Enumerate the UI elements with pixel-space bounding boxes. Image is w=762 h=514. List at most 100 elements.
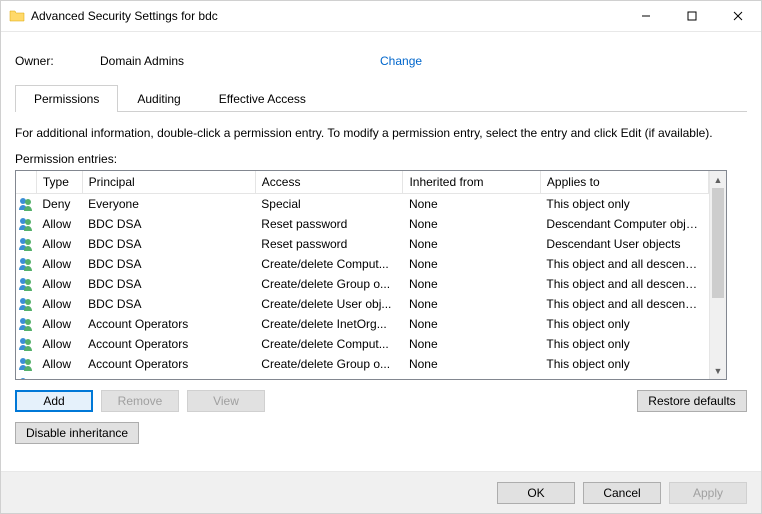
column-header-type[interactable]: Type [36,171,82,194]
cell-type: Allow [36,214,82,234]
cell-principal: Account Operators [82,354,255,374]
tab-auditing[interactable]: Auditing [118,85,199,112]
column-header-icon[interactable] [16,171,36,194]
cell-principal: BDC DSA [82,274,255,294]
owner-value: Domain Admins [100,54,380,68]
cell-inherited: None [403,274,540,294]
cell-access: Create/delete Comput... [255,254,403,274]
tab-permissions[interactable]: Permissions [15,85,118,112]
cell-applies: This object and all descendan... [540,294,708,314]
restore-defaults-button[interactable]: Restore defaults [637,390,747,412]
cell-access: Reset password [255,234,403,254]
close-button[interactable] [715,1,761,31]
cell-inherited: None [403,234,540,254]
vertical-scrollbar[interactable]: ▲ ▼ [709,171,726,379]
table-row[interactable]: DenyEveryoneSpecialNoneThis object only [16,194,709,215]
group-icon [18,356,34,372]
cell-principal: Account Operators [82,334,255,354]
cell-inherited: None [403,334,540,354]
info-text: For additional information, double-click… [15,126,747,140]
cell-applies: This object only [540,314,708,334]
cell-access: Create/delete Group o... [255,274,403,294]
ok-button[interactable]: OK [497,482,575,504]
scroll-thumb[interactable] [712,188,724,298]
cell-access: Create/delete Comput... [255,334,403,354]
cell-access: Create/delete User obj... [255,294,403,314]
cell-inherited: None [403,374,540,379]
change-owner-link[interactable]: Change [380,54,422,68]
cell-applies: This object only [540,194,708,215]
group-icon [18,196,34,212]
cell-principal: BDC DSA [82,254,255,274]
column-header-access[interactable]: Access [255,171,403,194]
cell-inherited: None [403,254,540,274]
cell-principal: Account Operators [82,314,255,334]
group-icon [18,216,34,232]
view-button: View [187,390,265,412]
cell-access: Create/delete Group o... [255,354,403,374]
remove-button: Remove [101,390,179,412]
table-row[interactable]: AllowAccount OperatorsCreate/delete Grou… [16,354,709,374]
cancel-button[interactable]: Cancel [583,482,661,504]
disable-inheritance-button[interactable]: Disable inheritance [15,422,139,444]
cell-type: Allow [36,234,82,254]
cell-access: Create/delete Printer o... [255,374,403,379]
cell-inherited: None [403,194,540,215]
group-icon [18,276,34,292]
inheritance-row: Disable inheritance [15,422,747,444]
tab-effective-access[interactable]: Effective Access [200,85,325,112]
footer-bar: OK Cancel Apply [1,471,761,513]
cell-principal: Everyone [82,194,255,215]
cell-type: Allow [36,354,82,374]
cell-type: Allow [36,254,82,274]
scroll-track[interactable] [710,188,726,362]
folder-icon [9,8,25,24]
minimize-button[interactable] [623,1,669,31]
owner-row: Owner: Domain Admins Change [15,44,747,84]
cell-access: Special [255,194,403,215]
group-icon [18,376,34,379]
group-icon [18,236,34,252]
cell-access: Create/delete InetOrg... [255,314,403,334]
table-row[interactable]: AllowBDC DSAReset passwordNoneDescendant… [16,234,709,254]
group-icon [18,256,34,272]
permission-grid: Type Principal Access Inherited from App… [15,170,727,380]
cell-type: Allow [36,374,82,379]
column-header-applies[interactable]: Applies to [540,171,708,194]
scroll-up-icon[interactable]: ▲ [710,171,726,188]
cell-applies: This object and all descendan... [540,274,708,294]
maximize-button[interactable] [669,1,715,31]
cell-applies: This object only [540,374,708,379]
table-row[interactable]: AllowBDC DSACreate/delete Group o...None… [16,274,709,294]
table-row[interactable]: AllowBDC DSACreate/delete User obj...Non… [16,294,709,314]
table-row[interactable]: AllowAccount OperatorsCreate/delete Comp… [16,334,709,354]
column-header-inherited[interactable]: Inherited from [403,171,540,194]
cell-applies: Descendant Computer objects [540,214,708,234]
group-icon [18,336,34,352]
cell-principal: BDC DSA [82,214,255,234]
cell-type: Deny [36,194,82,215]
cell-inherited: None [403,294,540,314]
table-row[interactable]: AllowBDC DSAReset passwordNoneDescendant… [16,214,709,234]
scroll-down-icon[interactable]: ▼ [710,362,726,379]
table-row[interactable]: AllowPrint OperatorsCreate/delete Printe… [16,374,709,379]
column-header-principal[interactable]: Principal [82,171,255,194]
cell-principal: Print Operators [82,374,255,379]
cell-applies: This object only [540,354,708,374]
cell-type: Allow [36,314,82,334]
content-area: Owner: Domain Admins Change Permissions … [1,31,761,471]
cell-principal: BDC DSA [82,234,255,254]
cell-applies: Descendant User objects [540,234,708,254]
add-button[interactable]: Add [15,390,93,412]
title-bar: Advanced Security Settings for bdc [1,1,761,31]
table-row[interactable]: AllowAccount OperatorsCreate/delete Inet… [16,314,709,334]
cell-type: Allow [36,294,82,314]
table-row[interactable]: AllowBDC DSACreate/delete Comput...NoneT… [16,254,709,274]
group-icon [18,296,34,312]
cell-principal: BDC DSA [82,294,255,314]
cell-applies: This object and all descendan... [540,254,708,274]
window-title: Advanced Security Settings for bdc [31,9,623,23]
column-header-row: Type Principal Access Inherited from App… [16,171,709,194]
owner-label: Owner: [15,54,100,68]
cell-type: Allow [36,334,82,354]
